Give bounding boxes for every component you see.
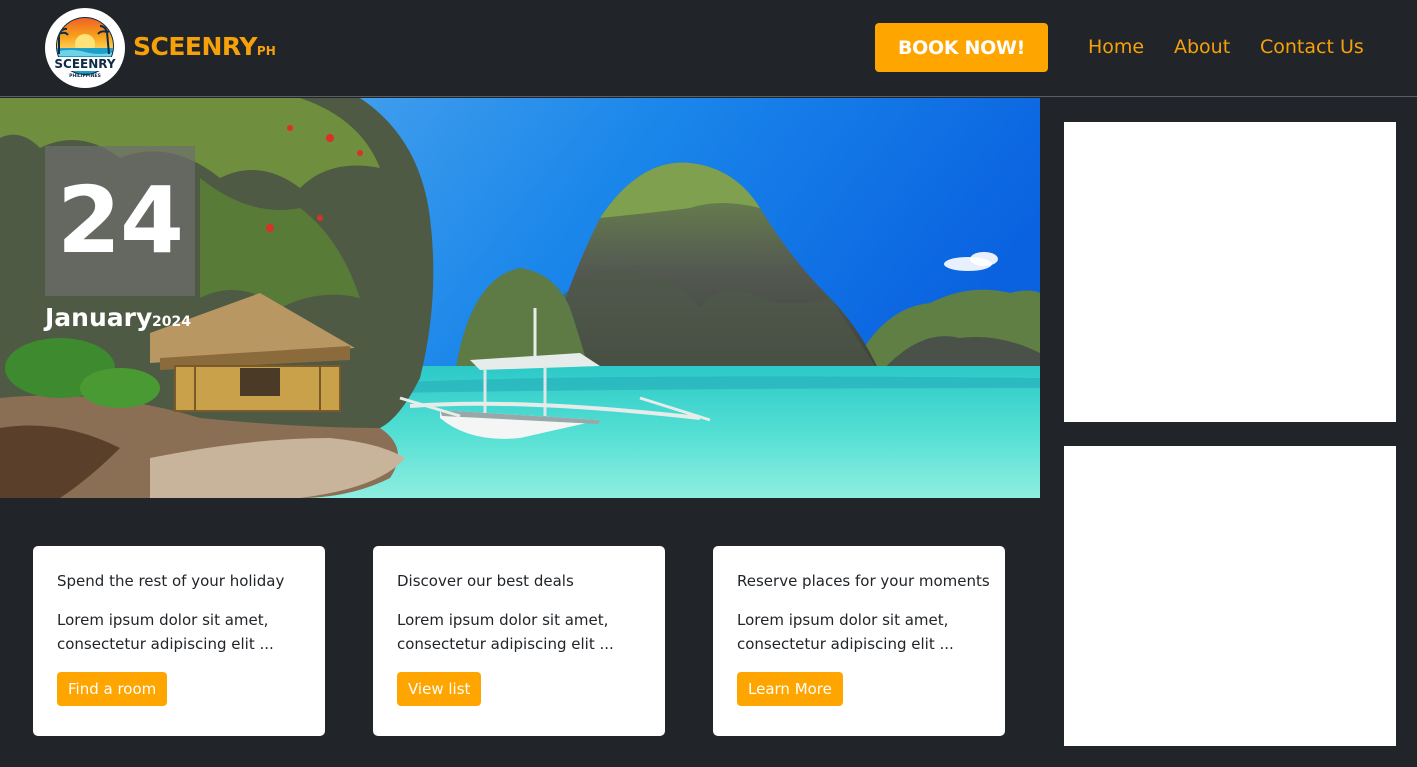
sidebar-ad-slot-top [1064,122,1396,422]
card-title: Reserve places for your moments [737,572,990,590]
date-day: 24 [56,167,184,274]
svg-text:SCEENRY: SCEENRY [54,57,115,71]
date-badge: 24 [45,146,195,296]
brand-name[interactable]: SCEENRYPH [133,32,276,61]
brand-suffix: PH [256,44,276,58]
nav-link-home[interactable]: Home [1088,36,1144,58]
svg-text:PHILIPPINES: PHILIPPINES [69,73,101,79]
brand-title: SCEENRY [133,32,257,61]
logo-emblem-icon: SCEENRY PHILIPPINES [54,17,116,79]
hero-banner: 24 January 2024 [0,98,1040,498]
book-now-button[interactable]: BOOK NOW! [875,23,1048,72]
date-year: 2024 [152,314,191,330]
nav-link-about[interactable]: About [1174,36,1230,58]
feature-card-deals: Discover our best deals Lorem ipsum dolo… [373,546,665,736]
sidebar-ad-slot-bottom [1064,446,1396,746]
learn-more-button[interactable]: Learn More [737,672,843,706]
card-title: Discover our best deals [397,572,574,590]
navbar: SCEENRY PHILIPPINES SCEENRYPH BOOK NOW! … [0,0,1417,97]
card-text: Lorem ipsum dolor sit amet, consectetur … [397,611,614,653]
feature-card-holiday: Spend the rest of your holiday Lorem ips… [33,546,325,736]
brand-logo[interactable]: SCEENRY PHILIPPINES [45,8,125,88]
find-a-room-button[interactable]: Find a room [57,672,168,706]
card-text: Lorem ipsum dolor sit amet, consectetur … [57,611,274,653]
card-text: Lorem ipsum dolor sit amet, consectetur … [737,611,954,653]
view-list-button[interactable]: View list [397,672,482,706]
feature-card-reserve: Reserve places for your moments Lorem ip… [713,546,1005,736]
card-title: Spend the rest of your holiday [57,572,285,590]
nav-link-contact-us[interactable]: Contact Us [1260,36,1364,58]
date-month: January [45,303,153,332]
